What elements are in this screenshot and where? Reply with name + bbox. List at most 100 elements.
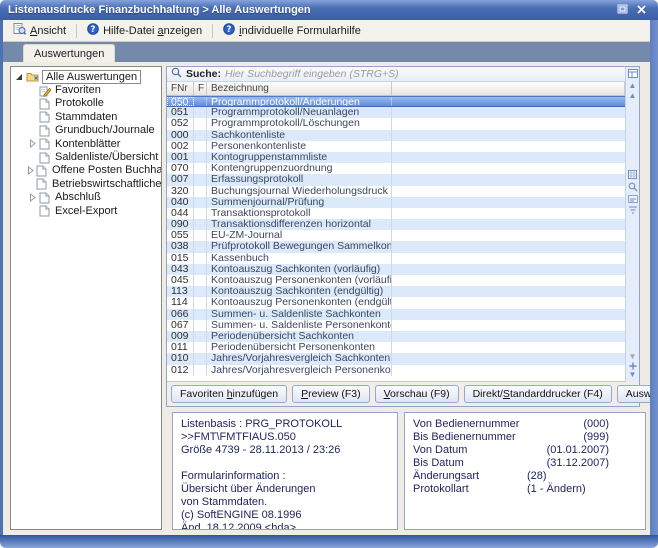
table-row[interactable]: 050 Programmprotokoll/Änderungen	[167, 96, 625, 107]
row-empty-cell	[392, 130, 625, 141]
table-row[interactable]: 012 Jahres/Vorjahresvergleich Personenko…	[167, 365, 625, 376]
tree-item-kontenbl-tter[interactable]: Kontenblätter	[11, 137, 161, 150]
row-empty-cell	[392, 342, 625, 353]
row-fnr: 038	[167, 241, 194, 252]
tree-expanded-icon[interactable]	[14, 73, 24, 81]
tree-item-grundbuch-journale[interactable]: Grundbuch/Journale	[11, 124, 161, 137]
parameter-value: (31.12.2007)	[527, 457, 645, 470]
table-row[interactable]: 052 Programmprotokoll/Löschungen	[167, 118, 625, 129]
table-row[interactable]: 066 Summen- u. Saldenliste Sachkonten	[167, 309, 625, 320]
tab-auswertungen[interactable]: Auswertungen	[23, 44, 115, 62]
table-row[interactable]: 043 Kontoauszug Sachkonten (vorläufig)	[167, 264, 625, 275]
action-button-direkt-standarddrucker-f4-[interactable]: Direkt/Standarddrucker (F4)	[464, 385, 612, 403]
tree-collapsed-icon[interactable]	[27, 99, 37, 108]
toolbar-button[interactable]: ? Hilfe-Datei anzeigen	[81, 21, 208, 40]
action-button-favoriten-hinzuf-gen[interactable]: Favoriten hinzufügen	[171, 385, 287, 403]
tree-root-alle-auswertungen[interactable]: Alle Auswertungen	[11, 70, 161, 83]
tree-collapsed-icon[interactable]	[27, 193, 37, 202]
parameter-row: Von Bedienernummer(000)	[413, 418, 645, 431]
filter-sm-icon[interactable]	[628, 195, 638, 203]
tree-item-stammdaten[interactable]: Stammdaten	[11, 110, 161, 123]
table-row[interactable]: 009 Periodenübersicht Sachkonten	[167, 331, 625, 342]
insert-icon[interactable]	[629, 362, 637, 370]
tree-collapsed-icon[interactable]	[27, 179, 34, 188]
action-button-label: Favoriten hinzufügen	[180, 388, 278, 400]
toolbar-separator	[212, 24, 213, 38]
table-row[interactable]: 011 Periodenübersicht Personenkonten	[167, 342, 625, 353]
column-header-f[interactable]: F	[194, 82, 207, 95]
tree-item-protokolle[interactable]: Protokolle	[11, 97, 161, 110]
table-row[interactable]: 114 Kontoauszug Personenkonten (endgülti…	[167, 297, 625, 308]
table-row[interactable]: 007 Erfassungsprotokoll	[167, 174, 625, 185]
help-icon: ?	[87, 23, 99, 38]
tree-collapsed-icon[interactable]	[27, 206, 37, 215]
row-fnr: 066	[167, 309, 194, 320]
table-row[interactable]: 320 Buchungsjournal Wiederholungsdruck	[167, 186, 625, 197]
row-fnr: 015	[167, 253, 194, 264]
row-fnr: 320	[167, 186, 194, 197]
scroll-up-icon[interactable]: ▲	[629, 91, 637, 101]
scroll-top-icon[interactable]: ▲	[629, 81, 637, 91]
table-row[interactable]: 051 Programmprotokoll/Neuanlagen	[167, 107, 625, 118]
window-border-left	[0, 20, 3, 535]
row-flag	[194, 219, 207, 230]
restore-button[interactable]	[616, 4, 629, 16]
table-row[interactable]: 045 Kontoauszug Personenkonten (vorläufi…	[167, 275, 625, 286]
document-icon	[39, 192, 52, 203]
sort-icon[interactable]	[628, 206, 638, 214]
report-table: 050 Programmprotokoll/Änderungen 051 Pro…	[167, 96, 625, 376]
table-row[interactable]: 000 Sachkontenliste	[167, 130, 625, 141]
table-row[interactable]: 055 EU-ZM-Journal	[167, 230, 625, 241]
tree-item-favoriten[interactable]: Favoriten	[11, 83, 161, 96]
window-border-right[interactable]	[650, 20, 658, 535]
scroll-down-icon[interactable]: ▼	[629, 352, 637, 362]
tree-item-offene-posten-buchhaltung[interactable]: Offene Posten Buchhaltung	[11, 164, 161, 177]
table-row[interactable]: 113 Kontoauszug Sachkonten (endgültig)	[167, 286, 625, 297]
column-chooser-icon[interactable]	[628, 69, 638, 78]
column-header-fnr[interactable]: FNr	[167, 82, 194, 95]
table-row[interactable]: 010 Jahres/Vorjahresvergleich Sachkonten	[167, 353, 625, 364]
search-bar[interactable]: Suche: Hier Suchbegriff eingeben (STRG+S…	[167, 67, 625, 82]
zoom-search-icon[interactable]	[628, 182, 638, 192]
parameter-label: Protokollart	[413, 483, 527, 496]
grid-view-icon[interactable]	[628, 170, 637, 179]
row-fnr: 007	[167, 174, 194, 185]
table-row[interactable]: 070 Kontengruppenzuordnung	[167, 163, 625, 174]
tree-item-label: Excel-Export	[55, 205, 117, 217]
tree-collapsed-icon[interactable]	[27, 153, 37, 162]
tree-collapsed-icon[interactable]	[27, 126, 37, 135]
tree-item-abschlu-[interactable]: Abschluß	[11, 191, 161, 204]
table-row[interactable]: 001 Kontogruppenstammliste	[167, 152, 625, 163]
info-line: >>FMT\FMTFIAUS.050	[181, 431, 397, 444]
tree-collapsed-icon[interactable]	[27, 166, 34, 175]
tree-item-betriebswirtschaftliche-auswertungen[interactable]: Betriebswirtschaftliche Auswertungen	[11, 177, 161, 190]
search-label: Suche:	[186, 68, 221, 80]
table-row[interactable]: 044 Transaktionsprotokoll	[167, 208, 625, 219]
row-empty-cell	[392, 174, 625, 185]
table-row[interactable]: 040 Summenjournal/Prüfung	[167, 197, 625, 208]
column-header-bezeichnung[interactable]: Bezeichnung	[207, 82, 392, 95]
toolbar-button[interactable]: ? Ansicht	[7, 21, 72, 40]
document-icon	[39, 138, 52, 149]
row-flag	[194, 365, 207, 376]
tree-collapsed-icon[interactable]	[27, 86, 37, 95]
document-icon	[39, 98, 52, 109]
row-flag	[194, 118, 207, 129]
tree-item-saldenliste-bersicht[interactable]: Saldenliste/Übersicht	[11, 150, 161, 163]
action-button-label: Direkt/Standarddrucker (F4)	[473, 388, 603, 400]
table-row[interactable]: 038 Prüfprotokoll Bewegungen Sammelkonte…	[167, 241, 625, 252]
tree-collapsed-icon[interactable]	[27, 112, 37, 121]
action-button-vorschau-f9-[interactable]: Vorschau (F9)	[375, 385, 459, 403]
row-empty-cell	[392, 320, 625, 331]
tree-item-excel-export[interactable]: Excel-Export	[11, 204, 161, 217]
table-row[interactable]: 015 Kassenbuch	[167, 253, 625, 264]
table-row[interactable]: 002 Personenkontenliste	[167, 141, 625, 152]
table-row[interactable]: 067 Summen- u. Saldenliste Personenkonte…	[167, 320, 625, 331]
tree-collapsed-icon[interactable]	[27, 139, 37, 148]
close-button[interactable]	[635, 4, 648, 16]
action-button-preview-f3-[interactable]: Preview (F3)	[292, 385, 370, 403]
toolbar-button[interactable]: ? individuelle Formularhilfe	[217, 21, 367, 40]
scroll-end-icon[interactable]: ▼	[629, 370, 637, 380]
search-input[interactable]: Hier Suchbegriff eingeben (STRG+S)	[225, 68, 399, 80]
table-row[interactable]: 090 Transaktionsdifferenzen horizontal	[167, 219, 625, 230]
